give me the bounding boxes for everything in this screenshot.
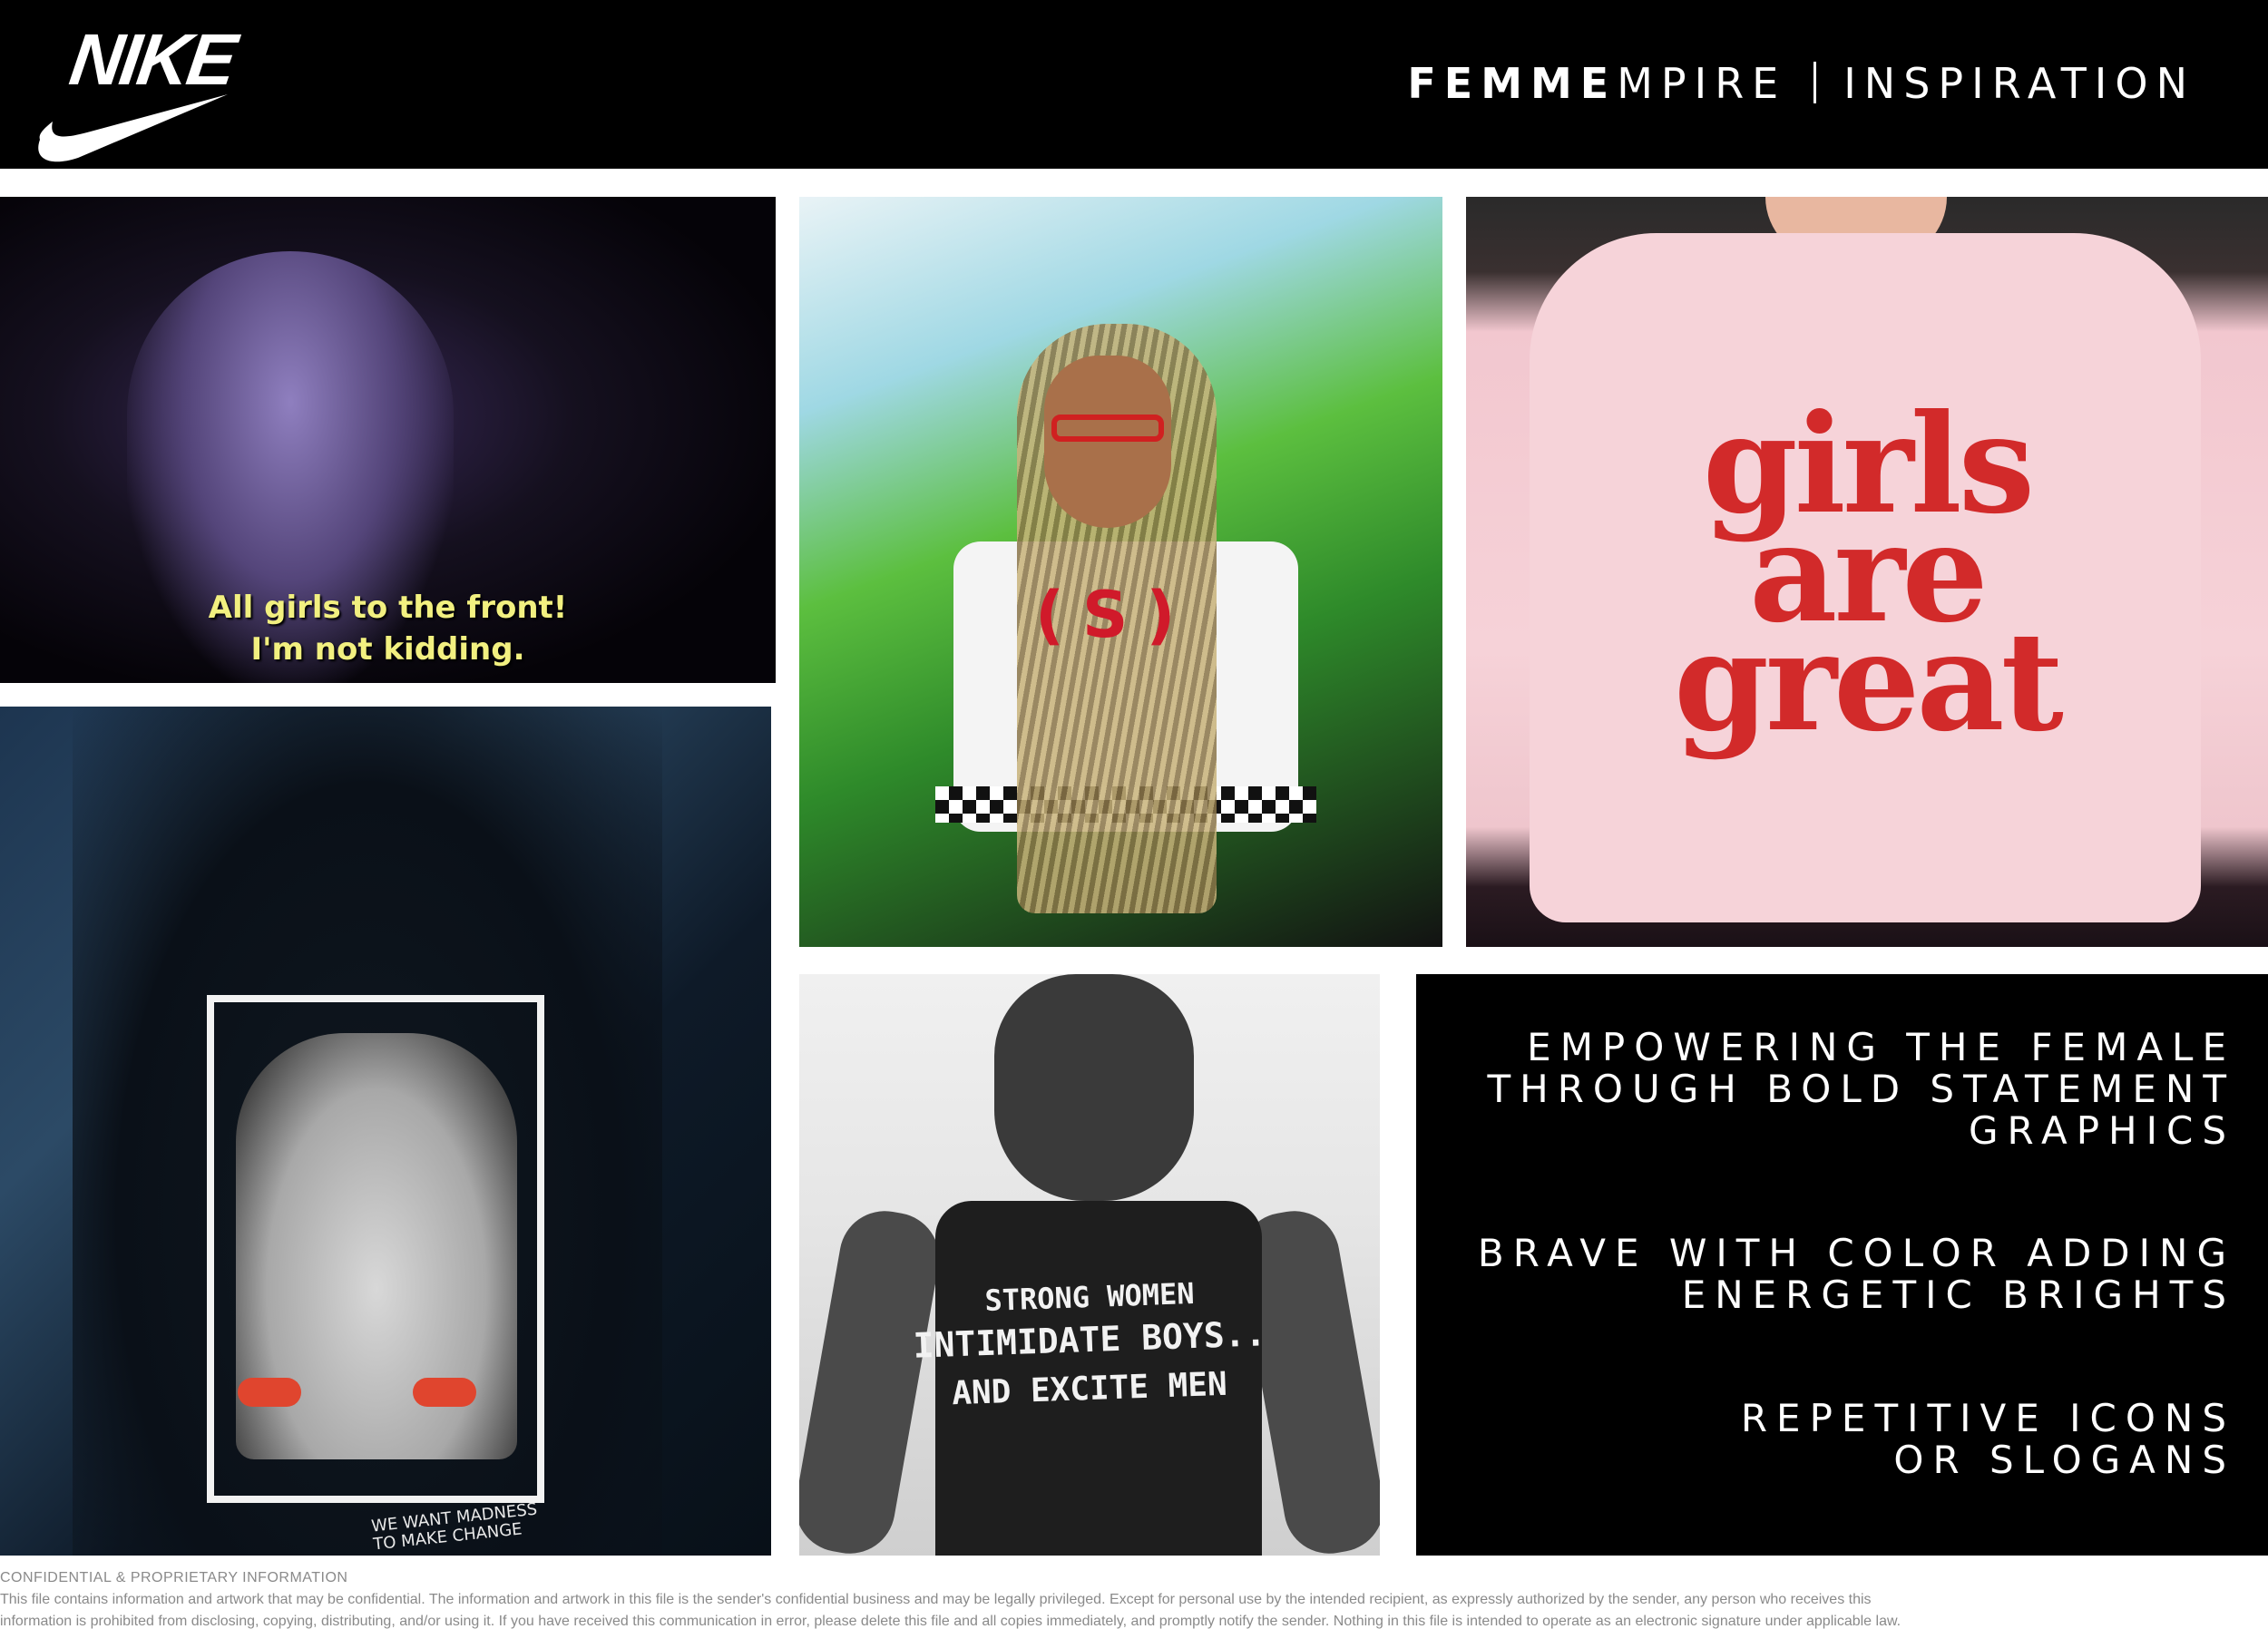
braids-photo: (S) [799,197,1442,947]
statement-1-line-1: EMPOWERING THE FEMALE [1527,1025,2235,1069]
title-subtitle: INSPIRATION [1843,59,2195,108]
statement-panel: EMPOWERING THE FEMALE THROUGH BOLD STATE… [1416,974,2268,1556]
statement-brave: BRAVE WITH COLOR ADDING ENERGETIC BRIGHT… [1478,1233,2235,1316]
art-tee-photo: WE WANT MADNESS TO MAKE CHANGE [0,707,771,1556]
lips-icon [413,1378,476,1407]
statement-2-line-1: BRAVE WITH COLOR ADDING [1477,1231,2235,1275]
concert-caption-line2: I'm not kidding. [250,631,525,668]
tee-word-great: great [1674,602,2064,762]
statement-2-line-2: ENERGETIC BRIGHTS [1681,1273,2235,1317]
statement-1-line-2: THROUGH BOLD STATEMENT [1487,1067,2235,1111]
lips-icon [238,1378,301,1407]
strong-women-photo: STRONG WOMEN INTIMIDATE BOYS.. AND EXCIT… [799,974,1380,1556]
statement-3-line-2: OR SLOGANS [1893,1438,2235,1482]
title-bold-part: FEMME [1407,59,1618,108]
title-separator [1813,62,1817,103]
swoosh-icon [38,94,228,162]
header-bar: NIKE FEMMEMPIRE INSPIRATION [0,0,2268,169]
footer-line1: This file contains information and artwo… [0,1592,1872,1607]
statement-1-line-3: GRAPHICS [1968,1108,2235,1153]
model-head [994,974,1194,1201]
concert-caption-line1: All girls to the front! [208,590,568,626]
statement-empowering: EMPOWERING THE FEMALE THROUGH BOLD STATE… [1488,1027,2236,1152]
footer-title: CONFIDENTIAL & PROPRIETARY INFORMATION [0,1570,348,1585]
concert-photo: All girls to the front! I'm not kidding. [0,197,776,683]
model-face [1044,356,1171,528]
title-light-part: MPIRE [1617,59,1787,108]
page-title: FEMMEMPIRE INSPIRATION [1407,56,2195,111]
statement-3-line-1: REPETITIVE ICONS [1740,1396,2235,1440]
statement-repetitive: REPETITIVE ICONS OR SLOGANS [1741,1398,2235,1481]
confidential-footer: CONFIDENTIAL & PROPRIETARY INFORMATION T… [0,1567,2268,1629]
pink-tee-photo: girls are great [1466,197,2268,947]
footer-line2: information is prohibited from disclosin… [0,1614,1901,1629]
nike-logo: NIKE [33,19,239,162]
tee-graphic-text: (S) [1035,578,1194,652]
red-sunglasses [1051,415,1164,442]
